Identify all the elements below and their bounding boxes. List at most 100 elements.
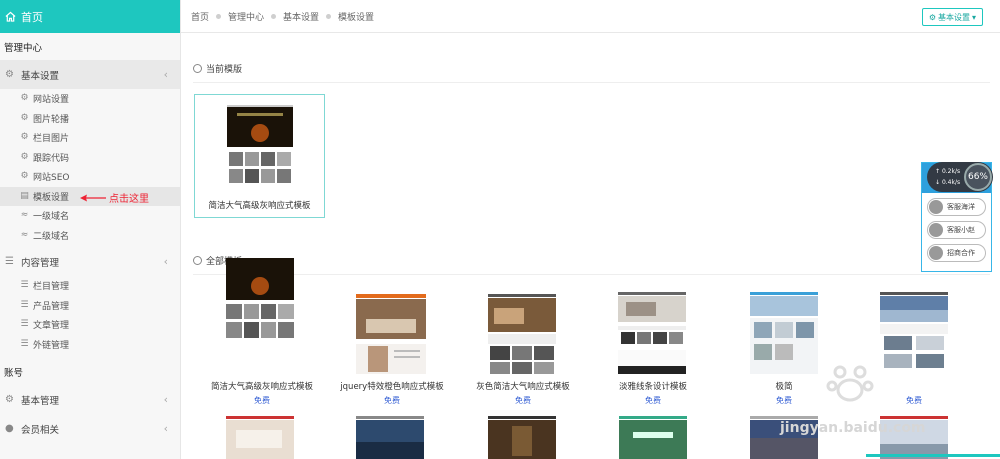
item-label: 网站SEO: [33, 173, 70, 184]
service-button-3[interactable]: 招商合作: [927, 244, 986, 262]
template-thumbnail: [356, 294, 426, 374]
group-label: 基本设置: [21, 70, 60, 82]
separator-dot: [271, 13, 277, 19]
sidebar-item-site-settings[interactable]: ⚙ 网站设置: [0, 89, 180, 109]
template-card[interactable]: 淡雅线条设计模板 免费: [587, 258, 719, 428]
wifi-icon: ≈: [20, 229, 29, 240]
template-icon: ▤: [20, 190, 29, 201]
list-icon: ☰: [20, 319, 29, 330]
list-icon: ☰: [20, 338, 29, 349]
sidebar-item-column-images[interactable]: ⚙ 栏目图片: [0, 128, 180, 148]
section-manage-center: 管理中心: [4, 42, 43, 54]
gear-icon: ⚙: [20, 171, 29, 182]
button-label: 客服海洋: [947, 203, 975, 211]
free-badge[interactable]: 免费: [196, 395, 328, 406]
current-template-card[interactable]: 简洁大气高级灰响应式模板: [194, 94, 325, 218]
baidu-paw-watermark-icon: [826, 365, 874, 402]
button-label: 客服小赵: [947, 226, 975, 234]
sidebar-home[interactable]: 首页: [0, 0, 180, 33]
breadcrumb-basic[interactable]: 基本设置: [283, 10, 319, 23]
speed-down: ↓ 0.4k/s: [935, 179, 961, 186]
template-thumbnail[interactable]: [619, 416, 687, 459]
separator-dot: [326, 13, 332, 19]
network-speed-widget[interactable]: ↑ 0.2k/s ↓ 0.4k/s 66%: [927, 162, 993, 192]
sidebar-item-product-manage[interactable]: ☰ 产品管理: [0, 296, 180, 316]
watermark-text: jingyan.baidu.com: [780, 420, 926, 436]
free-badge[interactable]: 免费: [457, 395, 589, 406]
group-label: 会员相关: [21, 424, 60, 436]
template-thumbnail: [227, 105, 293, 185]
template-name: jquery特效橙色响应式模板: [340, 382, 444, 392]
gear-icon: ⚙: [5, 68, 14, 80]
template-thumbnail[interactable]: [488, 416, 556, 459]
chat-icon: [929, 223, 943, 237]
current-template-heading: 当前模版: [193, 62, 242, 75]
sidebar-item-tracking-code[interactable]: ⚙ 跟踪代码: [0, 148, 180, 168]
scroll-indicator: [866, 454, 1000, 457]
sidebar-item-article-manage[interactable]: ☰ 文章管理: [0, 315, 180, 335]
gear-icon: ⚙: [20, 112, 29, 123]
template-thumbnail[interactable]: [356, 416, 424, 459]
sidebar-item-link-manage[interactable]: ☰ 外链管理: [0, 335, 180, 355]
item-label: 网站设置: [33, 95, 70, 106]
chevron-down-icon: ▾: [971, 12, 976, 22]
section-account: 账号: [4, 367, 24, 379]
breadcrumb: 首页 管理中心 基本设置 模板设置 ⚙ 基本设置 ▾: [181, 0, 1000, 33]
sidebar-group-account-basic[interactable]: ⚙ 基本管理 ‹: [0, 385, 180, 414]
template-name: 灰色简洁大气响应式模板: [476, 382, 570, 392]
template-thumbnail: [750, 292, 818, 374]
click-here-annotation: 点击这里: [80, 190, 149, 205]
chevron-left-icon: ‹: [163, 393, 168, 406]
group-label: 内容管理: [21, 257, 60, 269]
template-card[interactable]: 灰色简洁大气响应式模板 免费: [457, 258, 589, 428]
sidebar-group-member[interactable]: ● 会员相关 ‹: [0, 414, 180, 443]
sidebar-item-primary-domain[interactable]: ≈ 一级域名: [0, 206, 180, 226]
button-label: 招商合作: [947, 249, 975, 257]
chat-icon: [929, 246, 943, 260]
annotation-text: 点击这里: [109, 194, 149, 205]
free-badge[interactable]: 免费: [587, 395, 719, 406]
gears-icon: ⚙: [5, 393, 14, 405]
service-button-2[interactable]: 客服小赵: [927, 221, 986, 239]
basic-settings-dropdown-button[interactable]: ⚙ 基本设置 ▾: [921, 8, 983, 26]
wifi-icon: ≈: [20, 210, 29, 221]
item-label: 文章管理: [33, 321, 70, 332]
home-icon: [5, 11, 16, 22]
sidebar-item-secondary-domain[interactable]: ≈ 二级域名: [0, 226, 180, 246]
red-arrow-icon: [80, 194, 106, 201]
item-label: 模板设置: [33, 192, 70, 203]
circle-icon: [193, 64, 202, 73]
template-thumbnail: [618, 292, 686, 374]
gear-icon: ⚙: [928, 12, 936, 22]
sidebar-item-seo[interactable]: ⚙ 网站SEO: [0, 167, 180, 187]
sidebar-group-content-manage[interactable]: ☰ 内容管理 ‹: [0, 247, 180, 276]
template-thumbnail[interactable]: [226, 416, 294, 459]
item-label: 栏目管理: [33, 282, 70, 293]
item-label: 栏目图片: [33, 134, 70, 145]
item-label: 外链管理: [33, 340, 70, 351]
list-icon: ☰: [20, 280, 29, 291]
template-thumbnail: [488, 294, 556, 376]
current-template-name: 简洁大气高级灰响应式模板: [208, 201, 311, 211]
divider: [193, 82, 990, 83]
service-button-1[interactable]: 客服海洋: [927, 198, 986, 216]
item-label: 图片轮播: [33, 114, 70, 125]
percent-gauge: 66%: [964, 163, 992, 191]
template-card[interactable]: jquery特效橙色响应式模板 免费: [326, 258, 458, 428]
speed-up-value: 0.2k/s: [941, 168, 961, 175]
breadcrumb-home[interactable]: 首页: [191, 10, 209, 23]
sidebar-item-column-manage[interactable]: ☰ 栏目管理: [0, 276, 180, 296]
sidebar-group-basic-settings[interactable]: ⚙ 基本设置 ‹: [0, 60, 180, 89]
user-icon: ●: [5, 422, 14, 434]
separator-dot: [216, 13, 222, 19]
chevron-left-icon: ‹: [163, 422, 168, 435]
chat-icon: [929, 200, 943, 214]
free-badge[interactable]: 免费: [326, 395, 458, 406]
breadcrumb-current: 模板设置: [338, 12, 375, 23]
template-thumbnail: [226, 258, 294, 340]
breadcrumb-manage[interactable]: 管理中心: [228, 10, 264, 23]
template-card[interactable]: 简洁大气高级灰响应式模板 免费: [196, 258, 328, 428]
gear-icon: ⚙: [20, 93, 29, 104]
list-icon: ☰: [20, 299, 29, 310]
sidebar-item-carousel[interactable]: ⚙ 图片轮播: [0, 109, 180, 129]
